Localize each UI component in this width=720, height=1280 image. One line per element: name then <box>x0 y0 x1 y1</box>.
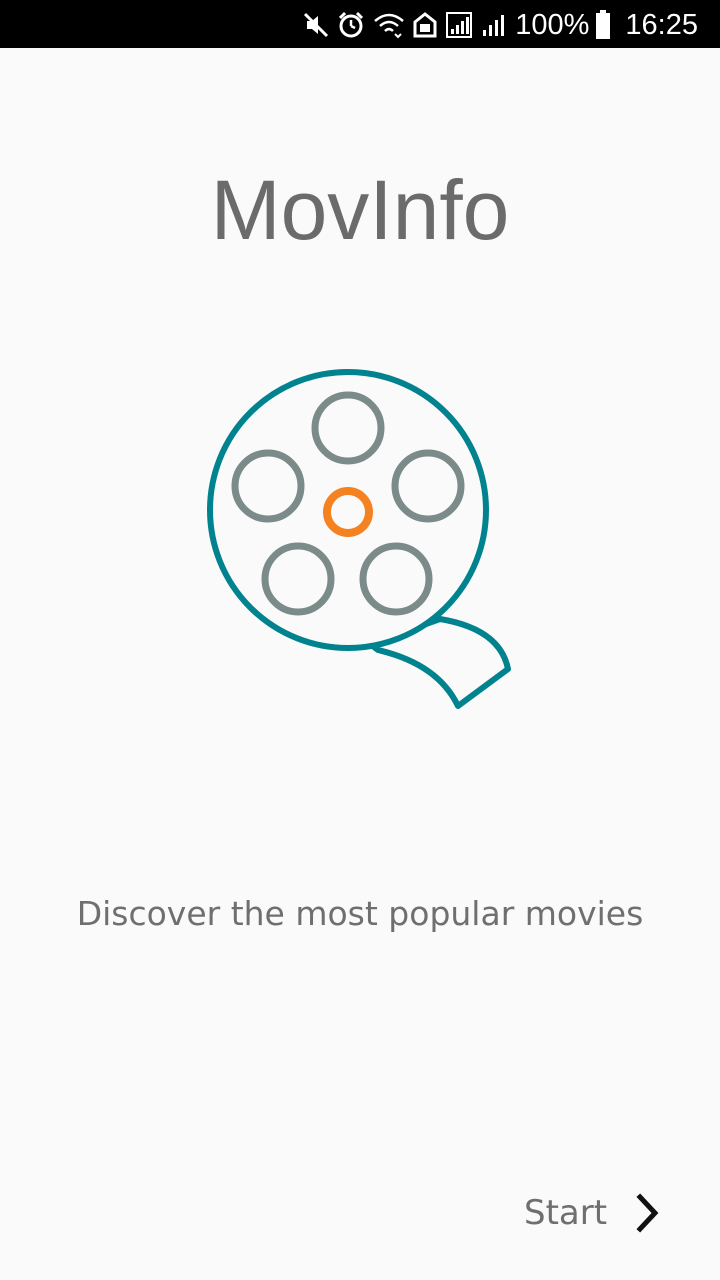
tagline: Discover the most popular movies <box>76 894 644 933</box>
wifi-icon <box>373 11 405 39</box>
alarm-icon <box>337 11 365 39</box>
mute-icon <box>303 12 329 38</box>
battery-icon <box>595 10 611 40</box>
start-button[interactable]: Start <box>508 1182 678 1244</box>
status-bar: 100% 16:25 <box>0 0 720 48</box>
film-reel-logo-icon <box>200 364 520 716</box>
start-button-label: Start <box>524 1193 608 1233</box>
signal-icon <box>445 11 473 39</box>
battery-percent: 100% <box>515 9 590 41</box>
chevron-right-icon <box>635 1193 661 1233</box>
app-title: MovInfo <box>210 163 510 257</box>
clock: 16:25 <box>625 9 698 41</box>
status-icons: 100% 16:25 <box>303 10 720 40</box>
signal-bars-icon <box>481 12 507 38</box>
nfc-icon <box>413 12 437 38</box>
